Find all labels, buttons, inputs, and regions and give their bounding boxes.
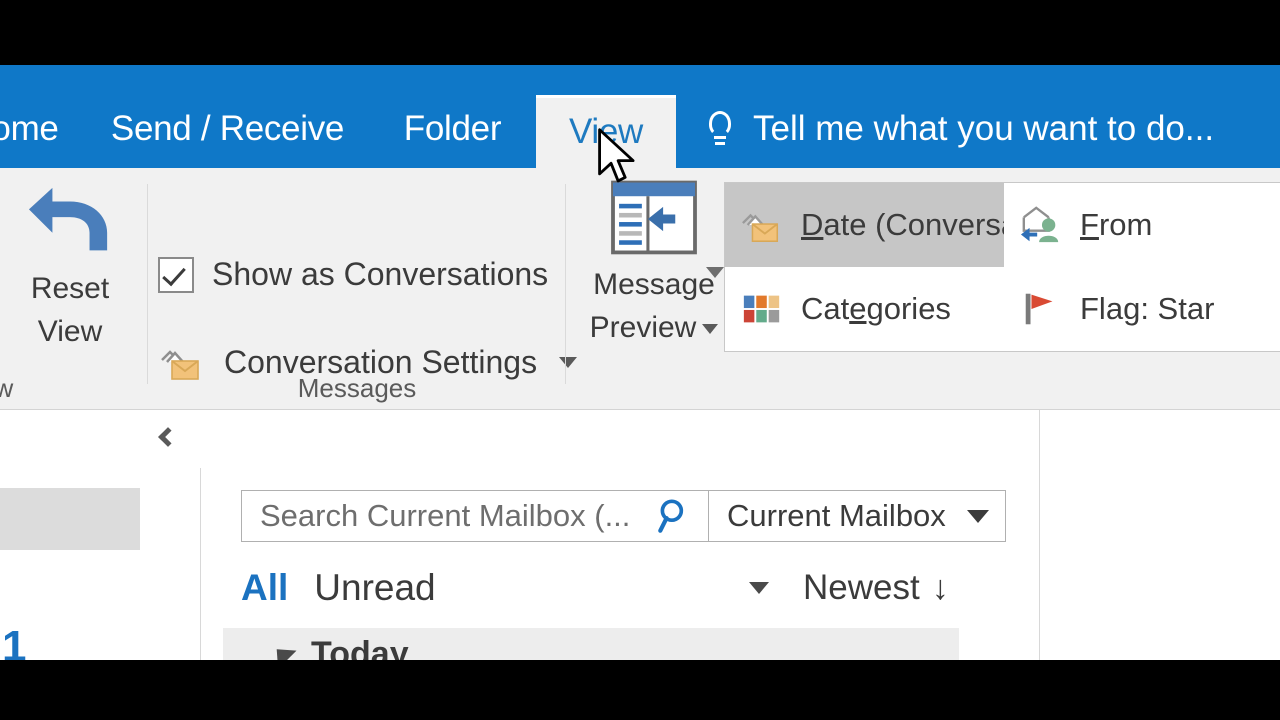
message-list-pane: Search Current Mailbox (... Current Mail… xyxy=(201,410,1039,660)
reset-view-button[interactable]: Reset View xyxy=(0,178,140,363)
arrangement-item-date-conversations-label: DDate (Conversations)ate (Conversations) xyxy=(801,207,1004,242)
outlook-window: ome Send / Receive Folder View Tell me w… xyxy=(0,65,1280,660)
message-preview-icon xyxy=(611,180,697,255)
arrangement-item-categories-label: Categories xyxy=(801,291,951,326)
ribbon-tab-home[interactable]: ome xyxy=(0,95,80,168)
conversation-envelope-icon xyxy=(742,213,779,242)
filter-tab-unread[interactable]: Unread xyxy=(314,567,435,609)
tell-me-search[interactable]: Tell me what you want to do... xyxy=(705,109,1214,149)
chevron-left-icon xyxy=(157,427,178,447)
arrangement-item-categories[interactable]: Categories xyxy=(725,267,1004,351)
ribbon-group-messages-label: Messages xyxy=(297,373,417,403)
sort-order-label: Newest xyxy=(803,568,920,607)
ribbon-tab-folder-label: Folder xyxy=(403,109,502,148)
search-input-placeholder: Search Current Mailbox (... xyxy=(260,498,631,533)
arrangement-item-flag-start-date-label: Flag: Star xyxy=(1080,291,1215,326)
chevron-down-icon xyxy=(706,267,724,295)
show-as-conversations-checkbox-row[interactable]: Show as Conversations xyxy=(158,256,548,293)
from-person-icon xyxy=(1020,206,1059,243)
message-filter-row: All Unread Newest ↓ xyxy=(241,558,1006,618)
ribbon-group-messages: Show as Conversations Conversation Setti… xyxy=(148,168,578,410)
search-scope-dropdown[interactable]: Current Mailbox xyxy=(709,490,1006,542)
sort-order-control[interactable]: Newest ↓ xyxy=(803,568,949,608)
sort-direction-down-arrow-icon: ↓ xyxy=(931,569,949,607)
letterbox-top xyxy=(0,0,1280,65)
reset-view-label: Reset View xyxy=(30,272,110,348)
arrangement-gallery: DDate (Conversations)ate (Conversations)… xyxy=(724,182,1280,352)
tell-me-label: Tell me what you want to do... xyxy=(753,109,1215,148)
gallery-scroll-down-button[interactable] xyxy=(706,267,724,296)
ribbon-group-view-label: ew xyxy=(0,373,14,403)
search-input[interactable]: Search Current Mailbox (... xyxy=(241,490,709,542)
search-magnifier-icon[interactable] xyxy=(654,495,696,537)
message-group-header-today[interactable]: Today xyxy=(223,628,959,660)
lightbulb-icon xyxy=(705,109,735,149)
show-as-conversations-label: Show as Conversations xyxy=(212,256,549,292)
reset-arrow-icon xyxy=(28,187,108,251)
search-scope-label: Current Mailbox xyxy=(727,498,946,533)
message-group-title: Today xyxy=(311,634,409,661)
filter-options-chevron-down-icon[interactable] xyxy=(749,582,769,594)
ribbon-group-arrangement: Message Preview DD xyxy=(566,168,1280,410)
reading-pane xyxy=(1039,410,1280,660)
chevron-down-icon[interactable] xyxy=(967,509,989,523)
red-flag-icon xyxy=(1025,293,1053,325)
arrangement-item-from-label: From xyxy=(1080,207,1153,242)
collapse-navigation-pane-button[interactable] xyxy=(148,420,182,454)
workspace: 1 Search Current Mailbox (... Current Ma… xyxy=(0,410,1280,660)
ribbon-tab-view-label: View xyxy=(568,112,644,151)
show-as-conversations-checkbox[interactable] xyxy=(158,256,194,293)
ribbon-group-view: Reset View ew xyxy=(0,168,140,410)
letterbox-bottom xyxy=(0,660,1280,720)
ribbon-tab-strip: ome Send / Receive Folder View Tell me w… xyxy=(0,65,1280,168)
ribbon-tab-home-label: ome xyxy=(0,109,59,148)
ribbon-tab-send-receive-label: Send / Receive xyxy=(110,109,345,148)
ribbon-body: Reset View ew Show as Conversations xyxy=(0,168,1280,410)
message-preview-label: Message Preview xyxy=(590,264,719,349)
arrangement-item-date-conversations[interactable]: DDate (Conversations)ate (Conversations) xyxy=(725,183,1004,267)
folder-list-item[interactable] xyxy=(0,488,140,550)
categories-grid-icon xyxy=(743,295,780,323)
arrangement-item-from[interactable]: From xyxy=(1004,183,1280,267)
ribbon-tab-folder[interactable]: Folder xyxy=(385,95,520,168)
arrangement-item-flag-start-date[interactable]: Flag: Star xyxy=(1004,267,1280,351)
ribbon-tab-send-receive[interactable]: Send / Receive xyxy=(110,95,345,168)
triangle-collapse-icon[interactable] xyxy=(267,639,297,660)
screenshot-stage: ome Send / Receive Folder View Tell me w… xyxy=(0,0,1280,720)
chevron-down-icon[interactable] xyxy=(702,323,719,334)
filter-tab-all[interactable]: All xyxy=(241,567,288,609)
ribbon-tab-view[interactable]: View xyxy=(536,95,676,168)
unread-count-badge: 1 xyxy=(2,622,27,660)
